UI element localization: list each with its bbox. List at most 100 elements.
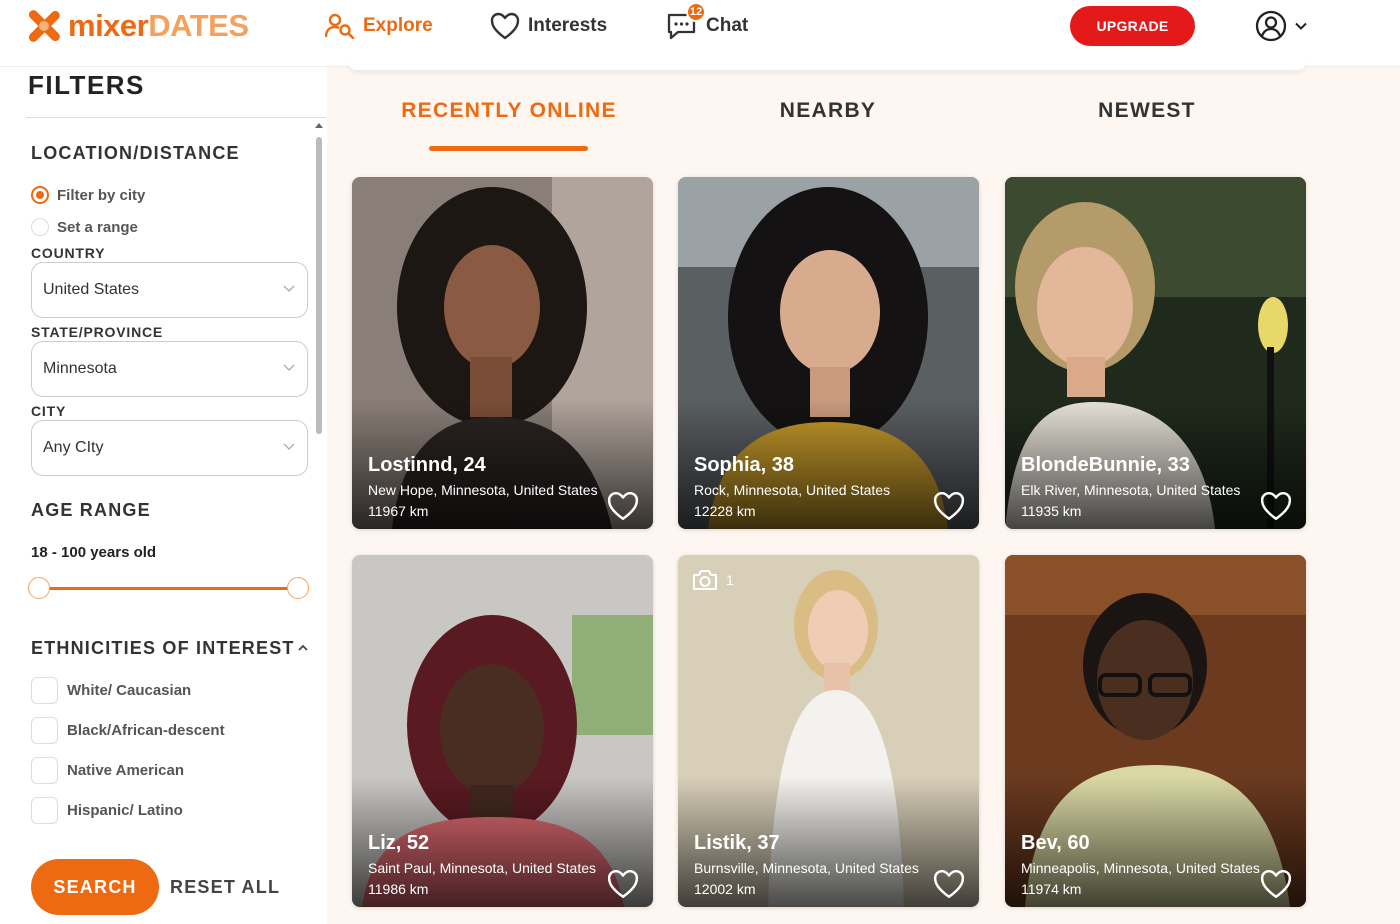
age-range-text: 18 - 100 years old [31, 544, 157, 561]
ethnicity-option[interactable]: Black/African-descent [31, 717, 225, 744]
nav-chat-label: Chat [706, 15, 749, 36]
like-heart-icon[interactable] [607, 869, 639, 899]
profile-name: Lostinnd, 24 [368, 454, 486, 476]
divider [26, 117, 326, 118]
profile-location: Rock, Minnesota, United States [694, 482, 891, 498]
nav-chat[interactable]: 12 Chat [666, 2, 749, 42]
checkbox[interactable] [31, 677, 58, 704]
active-tab-indicator [429, 146, 588, 151]
radio-unchecked-icon[interactable] [31, 218, 49, 236]
age-min-handle[interactable] [28, 577, 50, 599]
chat-unread-badge: 12 [686, 2, 706, 22]
ethnicity-option[interactable]: Hispanic/ Latino [31, 797, 183, 824]
like-heart-icon[interactable] [607, 491, 639, 521]
mixerdates-logo[interactable]: mixerDATES [26, 8, 249, 44]
country-select[interactable]: United States [31, 262, 308, 318]
profile-location: Minneapolis, Minnesota, United States [1021, 860, 1260, 876]
nav-interests-label: Interests [528, 15, 608, 36]
profile-location: Saint Paul, Minnesota, United States [368, 860, 597, 876]
age-slider-track[interactable] [40, 587, 298, 590]
profile-distance: 12002 km [694, 881, 756, 897]
tab-nearby[interactable]: NEARBY [720, 99, 936, 123]
tab-recently-online[interactable]: RECENTLY ONLINE [390, 99, 628, 123]
profile-name: BlondeBunnie, 33 [1021, 454, 1190, 476]
reset-all-button[interactable]: RESET ALL [170, 877, 280, 898]
heart-icon [490, 12, 520, 40]
like-heart-icon[interactable] [933, 869, 965, 899]
photo-count: 1 [726, 572, 734, 588]
checkbox[interactable] [31, 757, 58, 784]
ethnicity-label: Native American [67, 762, 184, 779]
scroll-up-arrow-icon[interactable] [315, 123, 323, 128]
profile-card[interactable]: Bev, 60 Minneapolis, Minnesota, United S… [1005, 555, 1306, 907]
ethnicity-label: Black/African-descent [67, 722, 225, 739]
profile-distance: 11967 km [368, 503, 429, 519]
chevron-down-icon [1295, 22, 1307, 30]
profile-card[interactable]: BlondeBunnie, 33 Elk River, Minnesota, U… [1005, 177, 1306, 529]
set-range-option[interactable]: Set a range [31, 218, 138, 236]
explore-icon [325, 13, 355, 39]
set-range-label: Set a range [57, 218, 138, 236]
nav-explore-label: Explore [363, 15, 433, 36]
age-range-title: AGE RANGE [31, 500, 151, 520]
chevron-down-icon [283, 285, 295, 292]
profile-card[interactable]: Liz, 52 Saint Paul, Minnesota, United St… [352, 555, 653, 907]
profile-location: Burnsville, Minnesota, United States [694, 860, 919, 876]
nav-interests[interactable]: Interests [490, 10, 607, 42]
age-max-handle[interactable] [287, 577, 309, 599]
ethnicity-option[interactable]: White/ Caucasian [31, 677, 191, 704]
camera-icon [693, 570, 717, 590]
chevron-down-icon [283, 443, 295, 450]
search-button[interactable]: SEARCH [31, 859, 159, 915]
profile-name: Liz, 52 [368, 832, 430, 854]
tab-newest[interactable]: NEWEST [1040, 99, 1254, 123]
photo-count-badge: 1 [692, 569, 734, 591]
ethnicity-label: Hispanic/ Latino [67, 802, 183, 819]
profile-distance: 11986 km [368, 881, 429, 897]
like-heart-icon[interactable] [1260, 491, 1292, 521]
city-select[interactable]: Any CIty [31, 420, 308, 476]
logo-mixer-text: mixer [68, 8, 149, 43]
profile-distance: 11974 km [1021, 881, 1082, 897]
filter-by-city-option[interactable]: Filter by city [31, 186, 145, 204]
city-label: CITY [31, 403, 67, 419]
city-value: Any CIty [43, 439, 104, 456]
profile-name: Sophia, 38 [694, 454, 795, 476]
filters-title: FILTERS [28, 70, 145, 100]
profile-distance: 12228 km [694, 503, 756, 519]
ethnicity-option[interactable]: Native American [31, 757, 184, 784]
like-heart-icon[interactable] [933, 491, 965, 521]
profile-name: Listik, 37 [694, 832, 780, 854]
chevron-down-icon [283, 364, 295, 371]
account-menu[interactable] [1255, 10, 1309, 42]
profile-card[interactable]: 1 Listik, 37 Burnsville, Minnesota, Unit… [678, 555, 979, 907]
state-select[interactable]: Minnesota [31, 341, 308, 397]
like-heart-icon[interactable] [1260, 869, 1292, 899]
ethnicity-label: White/ Caucasian [67, 682, 192, 699]
profile-location: New Hope, Minnesota, United States [368, 482, 598, 498]
logo-x-icon [28, 10, 60, 42]
checkbox[interactable] [31, 797, 58, 824]
location-section-title: LOCATION/DISTANCE [31, 143, 240, 163]
profile-distance: 11935 km [1021, 503, 1082, 519]
logo-dates-text: DATES [148, 8, 249, 43]
filters-sidebar: FILTERS LOCATION/DISTANCE Filter by city… [0, 67, 327, 924]
radio-checked-icon[interactable] [31, 186, 49, 204]
top-strip [347, 60, 1307, 70]
chevron-up-icon[interactable] [297, 643, 309, 653]
nav-explore[interactable]: Explore [325, 10, 433, 42]
user-avatar-icon [1255, 10, 1287, 42]
profile-location: Elk River, Minnesota, United States [1021, 482, 1241, 498]
scroll-thumb[interactable] [316, 137, 322, 434]
profile-card[interactable]: Lostinnd, 24 New Hope, Minnesota, United… [352, 177, 653, 529]
filter-by-city-label: Filter by city [57, 186, 146, 204]
country-label: COUNTRY [31, 245, 106, 261]
checkbox[interactable] [31, 717, 58, 744]
upgrade-button[interactable]: UPGRADE [1070, 6, 1195, 46]
top-header: mixerDATES Explore Interests 12 Chat UPG… [0, 0, 1400, 67]
sidebar-scrollbar[interactable] [314, 123, 324, 923]
profile-card[interactable]: Sophia, 38 Rock, Minnesota, United State… [678, 177, 979, 529]
state-label: STATE/PROVINCE [31, 324, 164, 340]
profile-name: Bev, 60 [1021, 832, 1090, 854]
country-value: United States [43, 281, 140, 298]
